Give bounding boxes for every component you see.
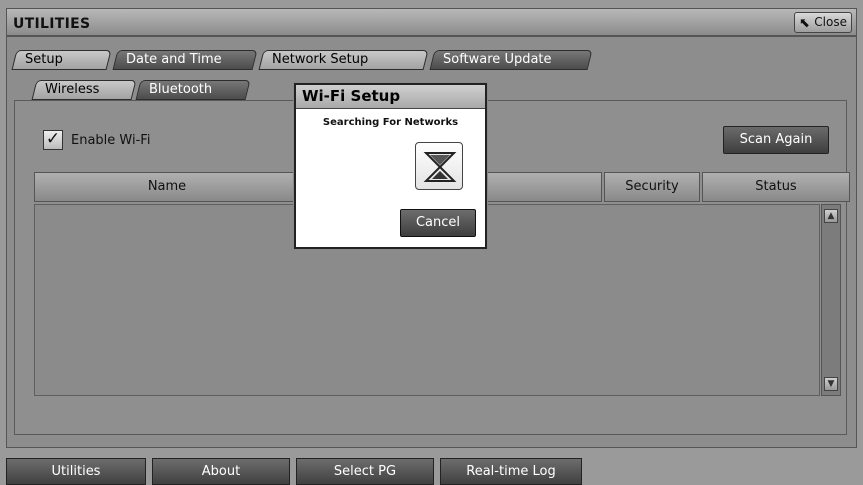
networks-scrollbar[interactable]: ▲ ▼ — [821, 204, 841, 396]
tab-wireless[interactable]: Wireless — [31, 80, 137, 100]
enable-wifi-row[interactable]: ✓ Enable Wi-Fi — [43, 130, 150, 150]
wifi-setup-dialog: Wi-Fi Setup Searching For Networks Cance… — [294, 83, 487, 249]
close-label: Close — [814, 15, 847, 29]
dialog-message: Searching For Networks — [322, 117, 459, 128]
column-status[interactable]: Status — [702, 172, 850, 202]
scan-again-button[interactable]: Scan Again — [723, 126, 829, 154]
nav-about-button[interactable]: About — [152, 458, 290, 485]
tab-software-update[interactable]: Software Update — [429, 50, 593, 70]
hourglass-icon — [415, 142, 463, 190]
main-tabs: Setup Date and Time Network Setup Softwa… — [11, 50, 593, 70]
window-title: UTILITIES — [13, 16, 91, 32]
nav-select-pg-button[interactable]: Select PG — [296, 458, 434, 485]
nav-real-time-log-button[interactable]: Real-time Log — [440, 458, 582, 485]
enable-wifi-checkbox[interactable]: ✓ — [43, 130, 63, 150]
column-security[interactable]: Security — [604, 172, 700, 202]
nav-utilities-button[interactable]: Utilities — [6, 458, 146, 485]
sub-tabs: Wireless Bluetooth — [31, 80, 251, 100]
tab-network-setup[interactable]: Network Setup — [258, 50, 429, 70]
close-button[interactable]: ⬉ Close — [794, 12, 852, 33]
tab-setup[interactable]: Setup — [11, 50, 112, 70]
scroll-up-icon[interactable]: ▲ — [824, 209, 838, 223]
scroll-down-icon[interactable]: ▼ — [824, 377, 838, 391]
utilities-window: UTILITIES ⬉ Close Setup Date and Time Ne… — [0, 0, 863, 485]
tab-bluetooth[interactable]: Bluetooth — [135, 80, 251, 100]
column-name[interactable]: Name — [34, 172, 300, 202]
dialog-title: Wi-Fi Setup — [296, 85, 485, 109]
arrow-icon: ⬉ — [799, 16, 810, 31]
bottom-nav: Utilities About Select PG Real-time Log — [6, 458, 582, 485]
cancel-button[interactable]: Cancel — [400, 209, 476, 237]
enable-wifi-label: Enable Wi-Fi — [71, 132, 151, 148]
tab-date-and-time[interactable]: Date and Time — [112, 50, 258, 70]
title-bar: UTILITIES ⬉ Close — [6, 8, 857, 36]
